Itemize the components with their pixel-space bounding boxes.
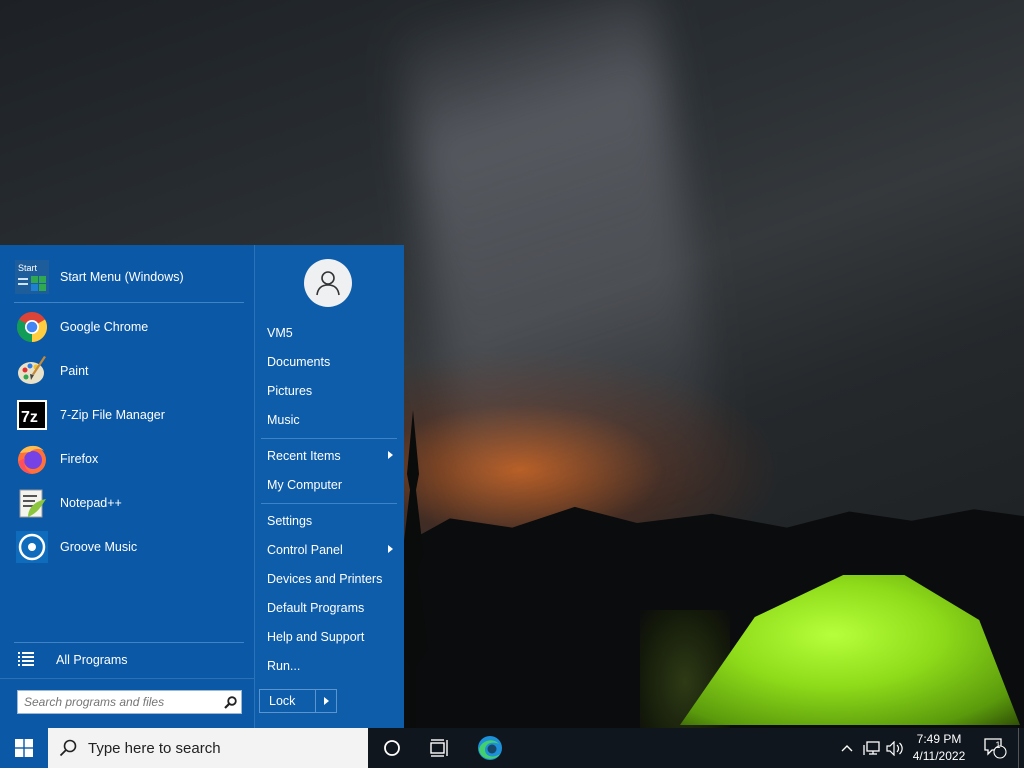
menu-item-my-computer[interactable]: My Computer [261, 473, 397, 497]
program-label: Notepad++ [60, 496, 122, 510]
list-icon [18, 651, 38, 669]
wallpaper-milky-way [395, 0, 725, 536]
program-label: Google Chrome [60, 320, 149, 334]
menu-item-label: VM5 [267, 326, 293, 340]
user-avatar[interactable] [304, 259, 352, 307]
menu-item-label: My Computer [267, 478, 343, 492]
all-programs-button[interactable]: All Programs [14, 647, 244, 673]
chrome-icon [15, 310, 49, 344]
notepadpp-icon [15, 486, 49, 520]
menu-item-label: Control Panel [267, 543, 343, 557]
program-firefox[interactable]: Firefox [10, 439, 246, 479]
menu-item-music[interactable]: Music [261, 408, 397, 432]
separator [261, 438, 397, 439]
menu-item-run[interactable]: Run... [261, 654, 397, 678]
lock-button[interactable]: Lock [260, 694, 315, 708]
program-7zip-file-manager[interactable]: 7z 7-Zip File Manager [10, 395, 246, 435]
windows-logo-icon [15, 739, 33, 757]
start-icon-text: Start [18, 263, 38, 273]
search-icon[interactable] [219, 695, 241, 709]
program-search-box [17, 690, 242, 714]
firefox-icon [15, 442, 49, 476]
speaker-icon [886, 740, 903, 756]
volume-button[interactable] [884, 728, 906, 768]
program-groove-music[interactable]: Groove Music [10, 527, 246, 567]
program-search-input[interactable] [18, 692, 219, 712]
show-hidden-icons-button[interactable] [838, 728, 856, 768]
menu-item-help-support[interactable]: Help and Support [261, 625, 397, 649]
chevron-right-icon [323, 697, 329, 705]
program-label: 7-Zip File Manager [60, 408, 165, 422]
program-paint[interactable]: Paint [10, 351, 246, 391]
taskbar: Type here to search 7:49 PM 4/11/2022 1 [0, 728, 1024, 768]
task-view-icon [430, 739, 448, 757]
start-menu-programs-pane: Start Start Menu (Windows) Google Chrome… [0, 245, 254, 728]
menu-item-label: Documents [267, 355, 331, 369]
7zip-icon: 7z [15, 398, 49, 432]
start-menu-app-icon: Start [15, 260, 49, 294]
submenu-arrow-icon [388, 451, 393, 459]
program-notepad-plus-plus[interactable]: Notepad++ [10, 483, 246, 523]
network-button[interactable] [860, 728, 882, 768]
separator [0, 678, 254, 679]
menu-item-label: Pictures [267, 384, 313, 398]
taskbar-clock[interactable]: 7:49 PM 4/11/2022 [906, 731, 972, 765]
separator [261, 503, 397, 504]
lock-button-group: Lock [259, 689, 337, 713]
menu-item-label: Settings [267, 514, 313, 528]
program-label: Firefox [60, 452, 99, 466]
show-desktop-button[interactable] [1018, 728, 1024, 768]
action-center-button[interactable]: 1 [978, 728, 1012, 768]
chevron-up-icon [841, 745, 853, 752]
program-label: Paint [60, 364, 89, 378]
taskbar-search-box[interactable]: Type here to search [48, 728, 368, 768]
search-icon [48, 739, 88, 757]
edge-icon [478, 736, 502, 760]
paint-icon [15, 354, 49, 388]
menu-item-label: Devices and Printers [267, 572, 383, 586]
menu-item-control-panel[interactable]: Control Panel [261, 538, 397, 562]
start-menu: Start Start Menu (Windows) Google Chrome… [0, 245, 404, 728]
menu-item-label: Music [267, 413, 300, 427]
user-icon [316, 271, 340, 296]
menu-item-settings[interactable]: Settings [261, 509, 397, 533]
menu-item-label: Recent Items [267, 449, 341, 463]
groove-music-icon [15, 530, 49, 564]
start-menu-places-pane: VM5 Documents Pictures Music Recent Item… [254, 245, 404, 728]
menu-item-label: Help and Support [267, 630, 365, 644]
cortana-icon [384, 740, 400, 756]
menu-item-documents[interactable]: Documents [261, 350, 397, 374]
taskbar-search-placeholder: Type here to search [88, 739, 221, 757]
menu-item-user[interactable]: VM5 [261, 321, 397, 345]
notification-count-badge: 1 [995, 740, 1001, 750]
start-button[interactable] [0, 728, 48, 768]
7zip-icon-text: 7z [21, 409, 38, 426]
program-start-menu-windows[interactable]: Start Start Menu (Windows) [10, 257, 246, 297]
menu-item-recent-items[interactable]: Recent Items [261, 444, 397, 468]
menu-item-default-programs[interactable]: Default Programs [261, 596, 397, 620]
menu-item-devices-printers[interactable]: Devices and Printers [261, 567, 397, 591]
menu-item-label: Default Programs [267, 601, 365, 615]
power-options-dropdown[interactable] [315, 690, 336, 712]
all-programs-label: All Programs [56, 653, 128, 667]
program-google-chrome[interactable]: Google Chrome [10, 307, 246, 347]
task-view-button[interactable] [416, 728, 464, 768]
separator [14, 302, 244, 303]
program-label: Start Menu (Windows) [60, 270, 184, 284]
clock-date: 4/11/2022 [912, 749, 966, 763]
clock-time: 7:49 PM [916, 732, 962, 746]
network-icon [862, 740, 880, 755]
separator [14, 642, 244, 643]
taskbar-edge-button[interactable] [466, 728, 514, 768]
menu-item-pictures[interactable]: Pictures [261, 379, 397, 403]
menu-item-label: Run... [267, 659, 301, 673]
submenu-arrow-icon [388, 545, 393, 553]
program-label: Groove Music [60, 540, 138, 554]
cortana-button[interactable] [368, 728, 416, 768]
